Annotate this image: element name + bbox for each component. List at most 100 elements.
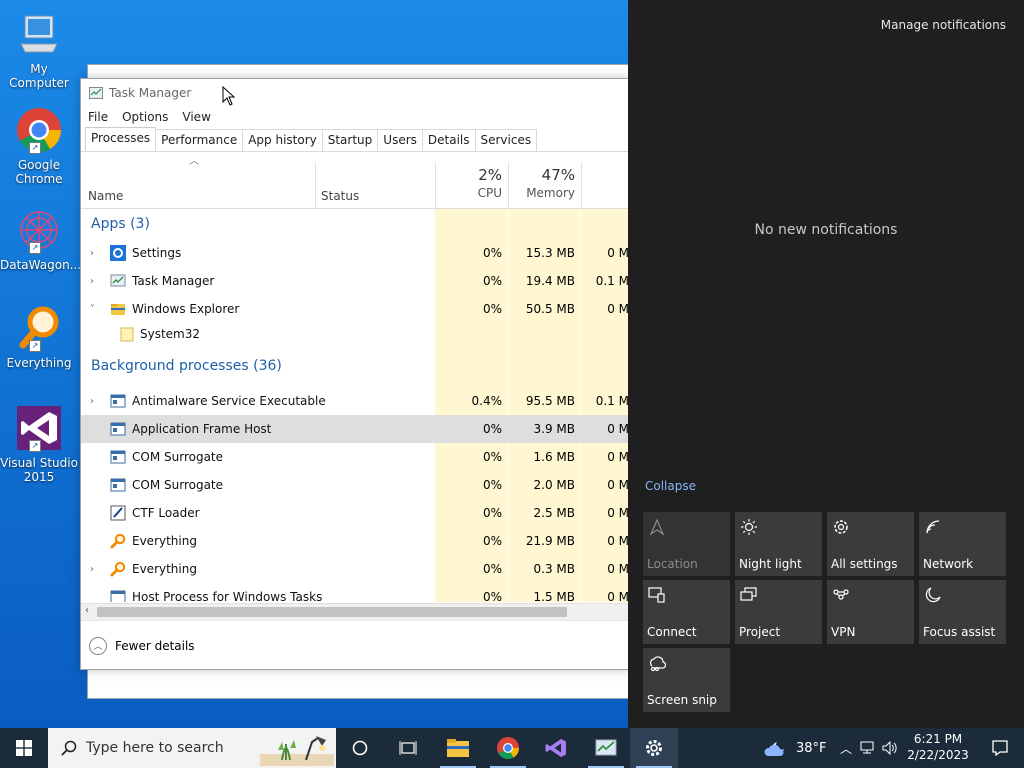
no-notifications-text: No new notifications <box>754 222 898 238</box>
action-center: Manage notifications No new notification… <box>628 0 1024 728</box>
process-memory: 15.3 MB <box>525 246 575 260</box>
expand-icon[interactable]: › <box>90 248 94 259</box>
magnifier-icon: ↗ <box>15 304 63 352</box>
quick-action-night-light[interactable]: Night light <box>735 512 822 576</box>
tab-strip: Processes Performance App history Startu… <box>81 127 629 152</box>
fewer-details-link[interactable]: Fewer details <box>115 639 195 653</box>
quick-action-connect[interactable]: Connect <box>643 580 730 644</box>
taskbar-file-explorer[interactable] <box>434 728 482 768</box>
show-hidden-icons-icon[interactable]: ︿ <box>840 740 852 757</box>
table-row[interactable]: Everything 0% 21.9 MB 0 M <box>81 527 629 555</box>
process-disk: 0.1 M <box>595 394 629 408</box>
table-row[interactable]: › Task Manager 0% 19.4 MB 0.1 M <box>81 267 629 295</box>
weather-temperature: 38°F <box>796 740 827 756</box>
menu-options[interactable]: Options <box>122 110 168 124</box>
table-row[interactable]: › Everything 0% 0.3 MB 0 M <box>81 555 629 583</box>
quick-action-all-settings[interactable]: All settings <box>827 512 914 576</box>
collapse-link[interactable]: Collapse <box>645 479 696 493</box>
quick-action-vpn[interactable]: VPN <box>827 580 914 644</box>
tab-processes[interactable]: Processes <box>85 127 157 151</box>
volume-icon[interactable] <box>882 741 898 755</box>
group-header-background: Background processes (36) <box>91 358 282 374</box>
task-view-button[interactable] <box>384 728 432 768</box>
table-row[interactable]: › Settings 0% 15.3 MB 0 M <box>81 239 629 267</box>
menu-file[interactable]: File <box>88 110 108 124</box>
scrollbar-thumb[interactable] <box>97 607 567 617</box>
windows-logo-icon <box>16 740 32 756</box>
tab-performance[interactable]: Performance <box>155 129 244 151</box>
manage-notifications-link[interactable]: Manage notifications <box>881 18 1006 32</box>
desktop-icon-visual-studio[interactable]: ↗ Visual Studio 2015 <box>0 404 78 484</box>
tab-startup[interactable]: Startup <box>321 129 379 151</box>
menu-view[interactable]: View <box>182 110 210 124</box>
tab-details[interactable]: Details <box>421 129 476 151</box>
table-row-selected[interactable]: Application Frame Host 0% 3.9 MB 0 M <box>81 415 629 443</box>
task-manager-window: Task Manager File Options View Processes… <box>80 78 630 670</box>
cpu-total: 2% <box>478 166 502 184</box>
table-row[interactable]: ˅ Windows Explorer 0% 50.5 MB 0 M <box>81 295 629 323</box>
settings-gear-icon <box>110 245 126 261</box>
taskbar-settings[interactable] <box>630 728 678 768</box>
table-row[interactable]: COM Surrogate 0% 1.6 MB 0 M <box>81 443 629 471</box>
desktop-icon-datawagon[interactable]: ↗ DataWagon... <box>0 206 81 272</box>
chevron-up-icon[interactable]: ︿ <box>89 636 107 655</box>
taskbar-visual-studio[interactable] <box>532 728 580 768</box>
column-memory[interactable]: 47% Memory <box>508 166 575 200</box>
window-app-icon <box>110 422 126 436</box>
night-light-icon <box>741 519 757 535</box>
taskbar-chrome[interactable] <box>484 728 532 768</box>
column-cpu[interactable]: 2% CPU <box>435 166 502 200</box>
table-row[interactable]: Host Process for Windows Tasks 0% 1.5 MB… <box>81 583 629 602</box>
visual-studio-icon <box>545 739 566 757</box>
scroll-left-icon[interactable]: ‹ <box>85 605 89 616</box>
process-name: Everything <box>132 562 197 576</box>
table-row[interactable]: COM Surrogate 0% 2.0 MB 0 M <box>81 471 629 499</box>
quick-action-network[interactable]: Network <box>919 512 1006 576</box>
title-bar[interactable]: Task Manager <box>81 79 629 107</box>
clock[interactable]: 6:21 PM 2/22/2023 <box>906 731 970 763</box>
process-cpu: 0% <box>482 302 502 316</box>
desktop-icon-my-computer[interactable]: My Computer <box>0 10 78 90</box>
moon-icon <box>925 587 941 603</box>
expand-icon[interactable]: › <box>90 564 94 575</box>
chrome-icon <box>497 737 519 759</box>
quick-action-project[interactable]: Project <box>735 580 822 644</box>
taskbar-task-manager[interactable] <box>582 728 630 768</box>
expand-icon[interactable]: › <box>90 396 94 407</box>
search-box[interactable]: Type here to search <box>48 728 336 768</box>
collapse-icon[interactable]: ˅ <box>90 304 95 315</box>
weather-widget[interactable]: 38°F <box>762 728 827 768</box>
quick-action-location[interactable]: Location <box>643 512 730 576</box>
task-manager-icon <box>110 274 126 287</box>
task-view-icon <box>399 741 417 755</box>
process-cpu: 0.4% <box>471 394 503 408</box>
folder-icon <box>111 304 125 315</box>
process-disk: 0 M <box>607 590 629 602</box>
process-disk: 0 M <box>607 562 629 576</box>
tab-users[interactable]: Users <box>377 129 423 151</box>
column-status[interactable]: Status <box>321 189 359 203</box>
table-row[interactable]: › Antimalware Service Executable 0.4% 95… <box>81 387 629 415</box>
cortana-button[interactable] <box>336 728 384 768</box>
desktop-icon-label: Everything <box>6 356 72 370</box>
tab-app-history[interactable]: App history <box>242 129 323 151</box>
desktop-icon-everything[interactable]: ↗ Everything <box>0 304 78 370</box>
desktop-icon-chrome[interactable]: ↗ Google Chrome <box>0 106 78 186</box>
table-row-child[interactable]: System32 <box>81 323 629 345</box>
network-icon[interactable] <box>860 741 876 755</box>
memory-label: Memory <box>526 186 575 200</box>
window-app-icon <box>110 394 126 408</box>
expand-icon[interactable]: › <box>90 276 94 287</box>
process-name: Windows Explorer <box>132 302 240 316</box>
notifications-button[interactable] <box>976 728 1024 768</box>
table-row[interactable]: CTF Loader 0% 2.5 MB 0 M <box>81 499 629 527</box>
process-name: Task Manager <box>132 274 215 288</box>
quick-action-screen-snip[interactable]: Screen snip <box>643 648 730 712</box>
quick-action-focus-assist[interactable]: Focus assist <box>919 580 1006 644</box>
horizontal-scrollbar[interactable]: ‹ <box>81 603 629 620</box>
process-disk: 0 M <box>607 246 629 260</box>
cpu-label: CPU <box>477 186 502 200</box>
tab-services[interactable]: Services <box>474 129 538 151</box>
start-button[interactable] <box>0 728 48 768</box>
column-name[interactable]: Name <box>88 189 123 203</box>
